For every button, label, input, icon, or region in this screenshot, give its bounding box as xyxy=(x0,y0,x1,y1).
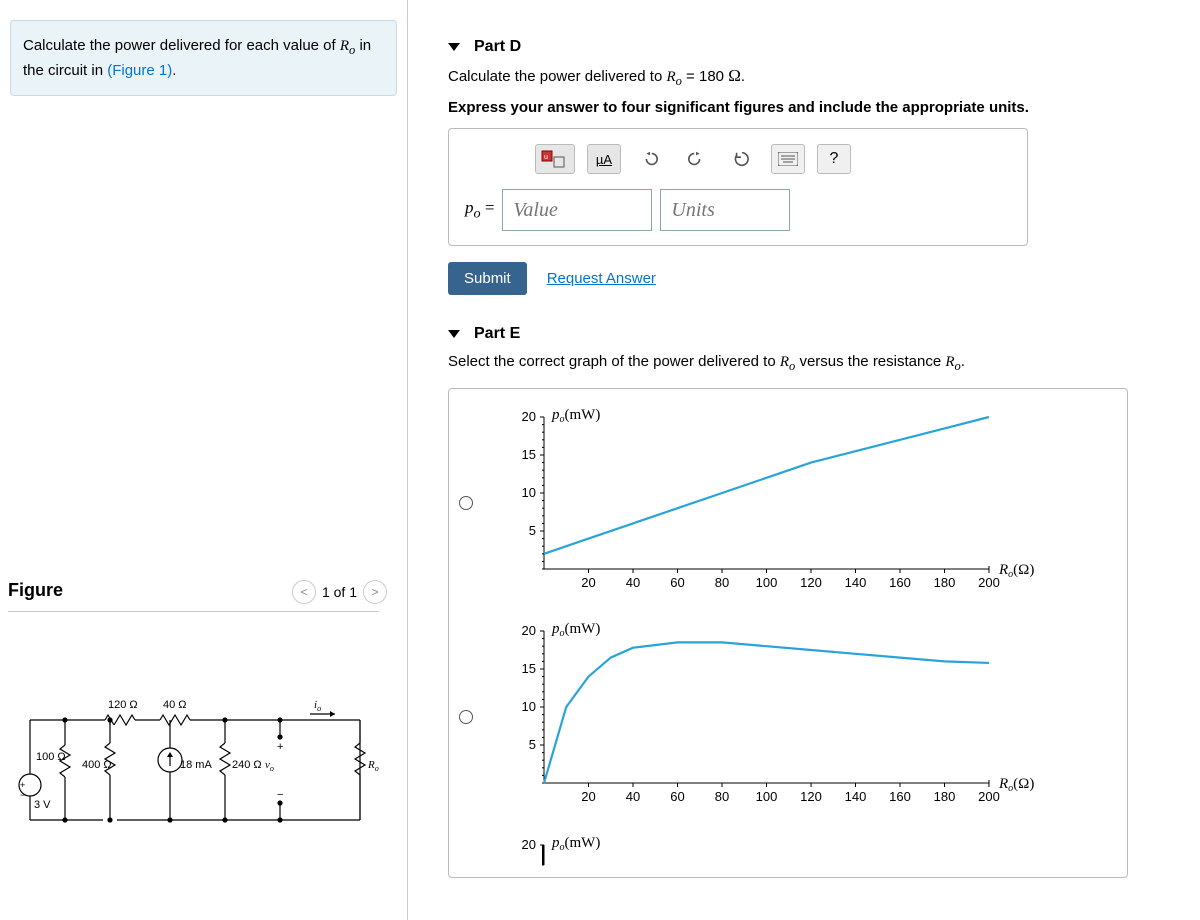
label-i18: 18 mA xyxy=(180,759,212,771)
label-r100: 100 Ω xyxy=(36,751,66,763)
templates-button[interactable]: u xyxy=(535,144,575,174)
part-d-title: Part D xyxy=(474,38,521,56)
label-plus: + xyxy=(277,741,283,753)
svg-text:140: 140 xyxy=(845,575,867,590)
svg-text:po(mW): po(mW) xyxy=(551,835,600,853)
part-d-header[interactable]: Part D xyxy=(448,38,1180,56)
svg-text:15: 15 xyxy=(522,661,536,676)
part-d-instruction: Express your answer to four significant … xyxy=(448,99,1029,116)
svg-text:40: 40 xyxy=(626,789,640,804)
label-r40: 40 Ω xyxy=(163,699,187,711)
request-answer-link[interactable]: Request Answer xyxy=(547,270,656,287)
svg-text:200: 200 xyxy=(978,575,1000,590)
part-e-prompt: Select the correct graph of the power de… xyxy=(448,353,1180,374)
answer-toolbar: u µA ? xyxy=(535,143,1011,175)
svg-text:5: 5 xyxy=(529,737,536,752)
svg-text:20: 20 xyxy=(581,789,595,804)
svg-text:Ro(Ω): Ro(Ω) xyxy=(998,776,1034,794)
svg-text:60: 60 xyxy=(670,575,684,590)
svg-text:160: 160 xyxy=(889,789,911,804)
svg-text:200: 200 xyxy=(978,789,1000,804)
svg-text:po(mW): po(mW) xyxy=(551,621,600,639)
help-button[interactable]: ? xyxy=(817,144,851,174)
svg-text:120: 120 xyxy=(800,575,822,590)
answer-lhs: po = xyxy=(465,198,494,222)
label-r240: 240 Ω xyxy=(232,759,262,771)
collapse-icon xyxy=(448,43,460,51)
chart-option-1: 5 10 15 20 20 40 60 80 100 120 140 160 180 200Ro(Ω) po… xyxy=(489,403,1049,603)
label-minus: − xyxy=(277,789,283,801)
mu-a-button[interactable]: µA xyxy=(587,144,621,174)
figure-pager: < 1 of 1 > xyxy=(292,580,387,604)
svg-text:−: − xyxy=(20,790,25,800)
svg-text:20: 20 xyxy=(522,623,536,638)
answer-box: u µA ? po = xyxy=(448,128,1028,246)
figure-divider xyxy=(8,611,379,612)
svg-text:20: 20 xyxy=(581,575,595,590)
problem-var: R xyxy=(340,38,349,54)
svg-text:160: 160 xyxy=(889,575,911,590)
keyboard-button[interactable] xyxy=(771,144,805,174)
part-d-prompt: Calculate the power delivered to Ro = 18… xyxy=(448,66,1180,89)
chart-option-2-radio[interactable] xyxy=(459,710,473,724)
svg-text:10: 10 xyxy=(522,485,536,500)
figure-next-button[interactable]: > xyxy=(363,580,387,604)
svg-text:80: 80 xyxy=(715,789,729,804)
circuit-figure: + − xyxy=(10,690,390,850)
part-e-title: Part E xyxy=(474,325,520,343)
svg-text:Ro(Ω): Ro(Ω) xyxy=(998,562,1034,580)
svg-text:5: 5 xyxy=(529,523,536,538)
svg-text:180: 180 xyxy=(934,575,956,590)
undo-button[interactable] xyxy=(633,144,667,174)
problem-text-end: . xyxy=(172,62,176,79)
label-r120: 120 Ω xyxy=(108,699,138,711)
chart-option-3: 20 po(mW) xyxy=(489,831,1049,871)
problem-statement: Calculate the power delivered for each v… xyxy=(10,20,397,96)
svg-text:40: 40 xyxy=(626,575,640,590)
figure-link[interactable]: (Figure 1) xyxy=(107,62,172,79)
svg-text:120: 120 xyxy=(800,789,822,804)
figure-page-label: 1 of 1 xyxy=(322,584,357,600)
svg-text:po(mW): po(mW) xyxy=(551,407,600,425)
chart-option-2: 5 10 15 20 20 40 60 80 100 120 140 160 180 200Ro(Ω) po… xyxy=(489,617,1049,817)
redo-button[interactable] xyxy=(679,144,713,174)
part-e-header[interactable]: Part E xyxy=(448,325,1180,343)
value-input[interactable] xyxy=(502,189,652,231)
label-v3: 3 V xyxy=(34,799,51,811)
svg-text:180: 180 xyxy=(934,789,956,804)
submit-button[interactable]: Submit xyxy=(448,262,527,295)
svg-text:+: + xyxy=(20,780,25,790)
reset-button[interactable] xyxy=(725,144,759,174)
svg-text:100: 100 xyxy=(756,789,778,804)
units-input[interactable] xyxy=(660,189,790,231)
collapse-icon xyxy=(448,330,460,338)
svg-text:80: 80 xyxy=(715,575,729,590)
svg-text:100: 100 xyxy=(756,575,778,590)
chart-choices: 510152020406080100120140160180200Ro(Ω)po… xyxy=(448,388,1128,878)
problem-text-pre: Calculate the power delivered for each v… xyxy=(23,37,340,54)
chart-option-1-radio[interactable] xyxy=(459,496,473,510)
svg-text:20: 20 xyxy=(522,837,536,852)
label-r400: 400 Ω xyxy=(82,759,112,771)
svg-text:u: u xyxy=(544,154,548,161)
svg-text:60: 60 xyxy=(670,789,684,804)
figure-prev-button[interactable]: < xyxy=(292,580,316,604)
svg-text:15: 15 xyxy=(522,447,536,462)
svg-text:20: 20 xyxy=(522,409,536,424)
svg-text:140: 140 xyxy=(845,789,867,804)
svg-text:10: 10 xyxy=(522,699,536,714)
